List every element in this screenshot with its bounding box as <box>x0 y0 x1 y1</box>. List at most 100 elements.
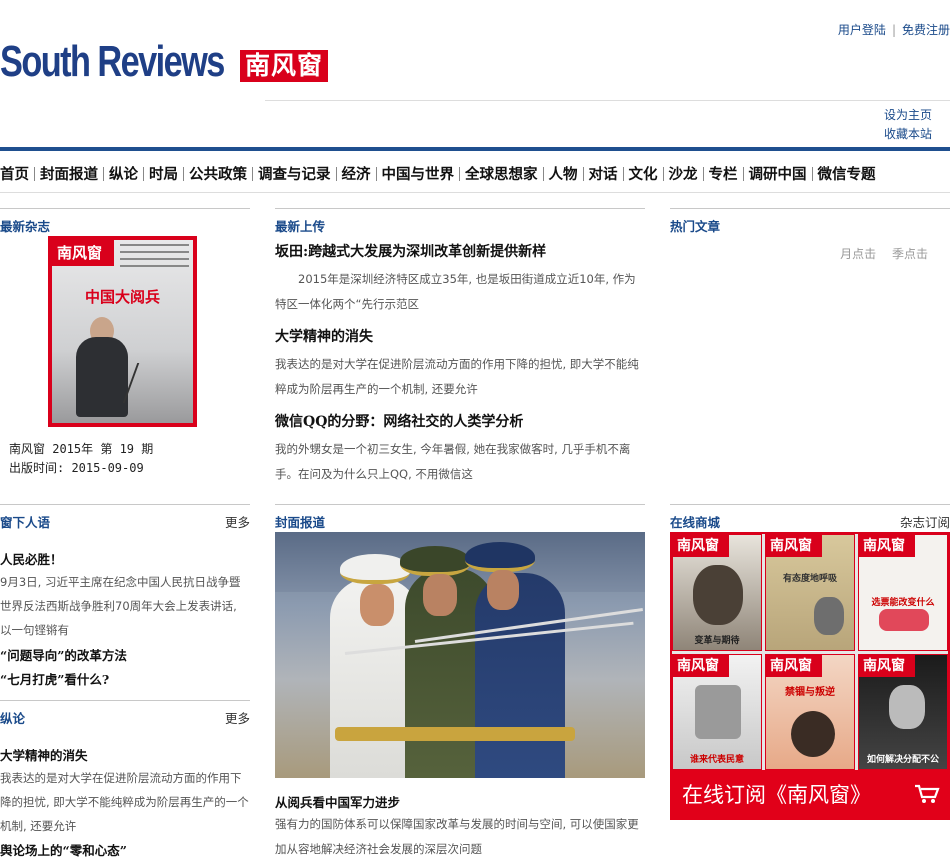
article-item: 微信QQ的分野：网络社交的人类学分析 我的外甥女是一个初三女生, 今年暑假, 她… <box>275 411 645 487</box>
nav-item[interactable]: 封面报道 <box>40 163 98 184</box>
register-link[interactable]: 免费注册 <box>902 23 950 37</box>
list-item-title[interactable]: 舆论场上的“零和心态” <box>0 840 250 859</box>
magazine-cover-item[interactable]: 南风窗 有态度地呼吸 <box>765 534 855 651</box>
cover-graphic <box>889 684 925 729</box>
magazine-cover[interactable]: 南风窗 中国大阅兵 <box>48 236 197 427</box>
cover-title: 变革与期待 <box>694 635 740 646</box>
section-title: 纵论 更多 <box>0 708 250 727</box>
article-title[interactable]: 坂田:跨越式大发展为深圳改革创新提供新样 <box>275 241 645 261</box>
nav-item[interactable]: 调研中国 <box>749 163 807 184</box>
nav-divider <box>0 192 950 193</box>
nav-item[interactable]: 中国与世界 <box>382 163 455 184</box>
article-summary: 我表达的是对大学在促进阶层流动方面的作用下降的担忧, 即大学不能纯粹成为阶层再生… <box>275 357 639 396</box>
cover-graphic <box>879 609 929 631</box>
cover-brand: 南风窗 <box>859 654 915 677</box>
nav-item[interactable]: 文化 <box>629 163 658 184</box>
cover-story-section: 封面报道 从阅兵看中国军力进步 强有力的国防体系可以保障国家改革与发展的时间与空… <box>275 504 645 864</box>
section-divider <box>0 208 250 209</box>
article-title[interactable]: 微信QQ的分野：网络社交的人类学分析 <box>275 411 645 431</box>
nav-divider <box>811 166 813 181</box>
article-summary: 2015年是深圳经济特区成立35年, 也是坂田街道成立近10年, 作为特区一体化… <box>275 272 636 311</box>
cover-story-headline[interactable]: 从阅兵看中国军力进步 <box>275 792 400 811</box>
hot-tabs: 月点击 季点击 <box>840 245 928 262</box>
more-link[interactable]: 更多 <box>225 512 250 531</box>
nav-item[interactable]: 经济 <box>342 163 371 184</box>
hot-articles-section: 热门文章 月点击 季点击 <box>670 208 950 261</box>
latest-upload-section: 最新上传 坂田:跨越式大发展为深圳改革创新提供新样 2015年是深圳经济特区成立… <box>275 208 645 487</box>
set-homepage-link[interactable]: 设为主页 <box>884 106 932 125</box>
latest-magazine-title: 最新杂志 <box>0 219 51 234</box>
side-links: 设为主页 收藏本站 <box>884 106 932 144</box>
magazine-date: 出版时间: 2015-09-09 <box>9 461 144 475</box>
nav-item[interactable]: 公共政策 <box>189 163 247 184</box>
magazine-issue[interactable]: 南风窗 2015年 第 19 期 <box>9 440 153 459</box>
section-divider <box>670 208 950 209</box>
cover-title: 谁来代表民意 <box>689 755 744 765</box>
list-item-title[interactable]: 人民必胜！ <box>0 549 250 568</box>
zonglun-title: 纵论 <box>0 711 26 726</box>
nav-divider <box>542 166 544 181</box>
nav-divider <box>103 166 104 181</box>
photo-face <box>487 570 519 610</box>
cart-icon <box>915 784 940 803</box>
tab-season[interactable]: 季点击 <box>892 247 928 261</box>
list-item-title[interactable]: 大学精神的消失 <box>0 745 250 764</box>
nav-item[interactable]: 专栏 <box>709 163 738 184</box>
nav-item[interactable]: 时局 <box>149 163 178 184</box>
magazine-cover-item[interactable]: 南风窗 如何解决分配不公 <box>858 653 948 770</box>
photo-face <box>423 574 457 616</box>
list-item-title[interactable]: “问题导向”的改革方法 <box>0 645 250 664</box>
nav-item[interactable]: 首页 <box>0 163 29 184</box>
cover-brand: 南风窗 <box>52 240 114 266</box>
nav-item[interactable]: 微信专题 <box>818 163 876 184</box>
list-item-text: 我表达的是对大学在促进阶层流动方面的作用下降的担忧, 即大学不能纯粹成为阶层再生… <box>0 771 249 833</box>
nav-item[interactable]: 对话 <box>589 163 618 184</box>
magazine-cover-item[interactable]: 南风窗 选票能改变什么 <box>858 534 948 651</box>
nav-divider <box>742 166 744 181</box>
section-divider <box>0 700 250 701</box>
zonglun-section: 纵论 更多 大学精神的消失 我表达的是对大学在促进阶层流动方面的作用下降的担忧,… <box>0 700 250 859</box>
site-logo[interactable]: South Reviews 南风窗 <box>0 38 329 86</box>
cover-story-summary: 强有力的国防体系可以保障国家改革与发展的时间与空间, 可以使国家更加从容地解决经… <box>275 817 639 856</box>
cover-portrait <box>693 565 743 625</box>
nav-item[interactable]: 调查与记录 <box>258 163 331 184</box>
magazine-info: 南风窗 2015年 第 19 期 出版时间: 2015-09-09 <box>9 440 153 478</box>
cover-figure <box>814 597 844 635</box>
cover-title: 禁锢与叛逆 <box>785 686 835 698</box>
main-nav: 首页 封面报道 纵论 时局 公共政策 调查与记录 经济 中国与世界 全球思想家 人物 对话 文化 沙龙专… <box>0 163 950 184</box>
cover-brand: 南风窗 <box>859 535 915 557</box>
cover-story-photo[interactable] <box>275 532 645 778</box>
magazine-grid: 南风窗 变革与期待 南风窗 有态度地呼吸 南风窗 选票能改变什么 南风窗 谁来代… <box>670 532 950 772</box>
nav-divider <box>375 166 377 181</box>
cover-title: 有态度地呼吸 <box>782 574 837 584</box>
login-link[interactable]: 用户登陆 <box>838 23 886 37</box>
subscribe-banner[interactable]: 在线订阅《南风窗》 <box>670 770 950 820</box>
magazine-cover-item[interactable]: 南风窗 谁来代表民意 <box>672 653 762 770</box>
nav-item[interactable]: 人物 <box>549 163 578 184</box>
list-item-title[interactable]: “七月打虎”看什么? <box>0 669 250 688</box>
photo-soldier-blue <box>475 573 565 778</box>
article-summary: 我的外甥女是一个初三女生, 今年暑假, 她在我家做客时, 几乎手机不离手。在问及… <box>275 442 631 481</box>
article-title[interactable]: 大学精神的消失 <box>275 326 645 346</box>
nav-item[interactable]: 全球思想家 <box>465 163 538 184</box>
cover-lines <box>120 244 189 272</box>
window-talk-section: 窗下人语 更多 人民必胜！ 9月3日, 习近平主席在纪念中国人民抗日战争暨世界反… <box>0 504 250 688</box>
divider: | <box>891 23 896 37</box>
magazine-cover-item[interactable]: 南风窗 变革与期待 <box>672 534 762 651</box>
latest-upload-title: 最新上传 <box>275 219 326 234</box>
nav-item[interactable]: 纵论 <box>109 163 138 184</box>
article-item: 大学精神的消失 我表达的是对大学在促进阶层流动方面的作用下降的担忧, 即大学不能… <box>275 326 645 402</box>
section-title: 窗下人语 更多 <box>0 512 250 531</box>
magazine-cover-item[interactable]: 南风窗 禁锢与叛逆 <box>765 653 855 770</box>
nav-divider <box>183 166 184 181</box>
cover-microphones <box>122 363 178 403</box>
section-title: 在线商城 杂志订阅 <box>670 512 950 531</box>
bookmark-link[interactable]: 收藏本站 <box>884 125 932 144</box>
nav-divider <box>34 166 35 181</box>
cover-brand: 南风窗 <box>766 654 822 677</box>
more-link[interactable]: 更多 <box>225 708 250 727</box>
tab-month[interactable]: 月点击 <box>840 247 876 261</box>
nav-item[interactable]: 沙龙 <box>669 163 698 184</box>
cover-figure <box>791 710 835 757</box>
subscribe-link[interactable]: 杂志订阅 <box>900 512 950 531</box>
